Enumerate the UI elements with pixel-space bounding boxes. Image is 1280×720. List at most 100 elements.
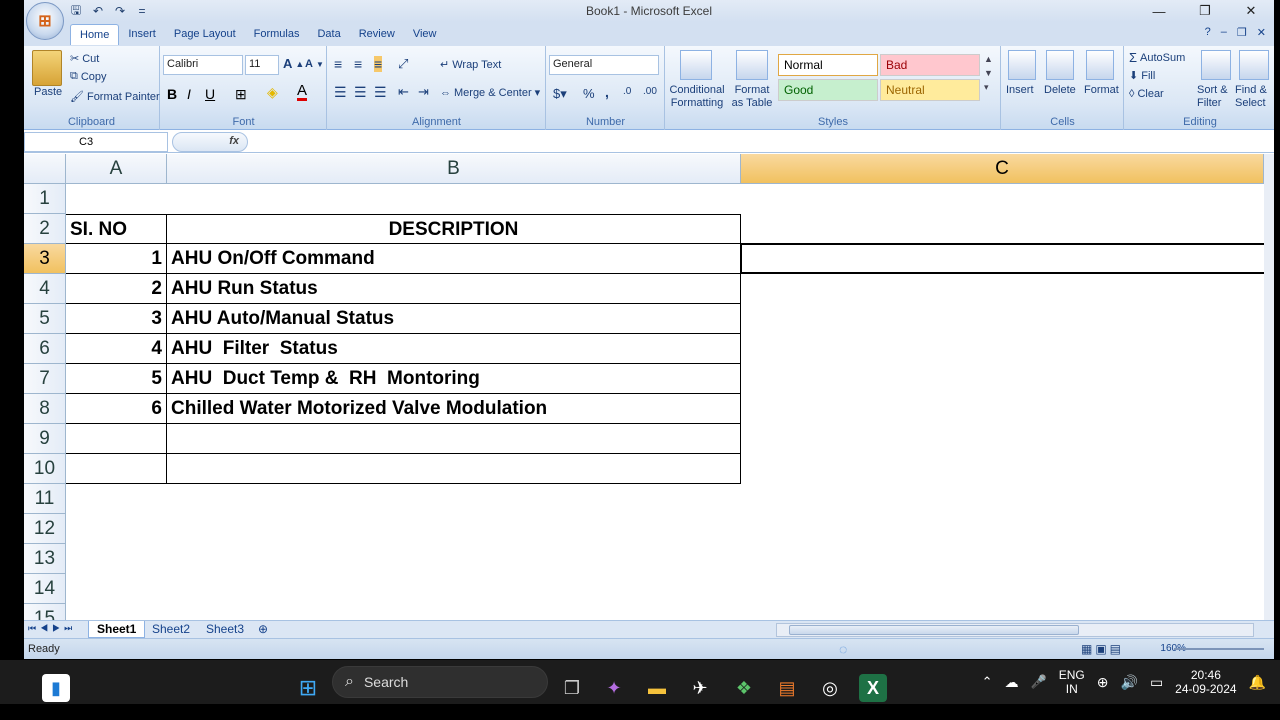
excel-taskbar-icon[interactable]: X	[859, 674, 887, 702]
row-header[interactable]: 15	[24, 604, 66, 620]
active-cell-c3[interactable]	[740, 243, 1264, 274]
tab-view[interactable]: View	[404, 24, 446, 45]
format-painter-button[interactable]: 🖌 Format Painter	[70, 90, 160, 104]
row-header[interactable]: 9	[24, 424, 66, 454]
align-bottom-icon[interactable]: ≡	[374, 56, 383, 72]
delete-button[interactable]: Delete	[1044, 84, 1076, 96]
grow-font-icon[interactable]: A ▲	[283, 56, 304, 71]
row-header[interactable]: 7	[24, 364, 66, 394]
battery-icon[interactable]: ▭	[1150, 674, 1163, 691]
office-button[interactable]: ⊞	[26, 2, 64, 40]
horizontal-scrollbar[interactable]	[776, 623, 1254, 637]
cell-b10[interactable]	[167, 454, 741, 484]
table-row-no[interactable]: 2	[66, 274, 167, 304]
row-header[interactable]: 8	[24, 394, 66, 424]
sort-filter-button[interactable]: Sort & Filter	[1197, 84, 1237, 110]
table-row-desc[interactable]: Chilled Water Motorized Valve Modulation	[167, 394, 741, 424]
table-row-desc[interactable]: AHU Filter Status	[167, 334, 741, 364]
help-icon[interactable]: ?	[1205, 26, 1211, 39]
tab-review[interactable]: Review	[350, 24, 404, 45]
row-header[interactable]: 14	[24, 574, 66, 604]
horizontal-scroll-thumb[interactable]	[789, 625, 1079, 635]
currency-icon[interactable]: $▾	[553, 86, 567, 102]
network-icon[interactable]: ⊕	[1097, 674, 1109, 691]
doc-restore-icon[interactable]: ❐	[1237, 26, 1247, 39]
shrink-font-icon[interactable]: A ▼	[305, 58, 324, 70]
align-right-icon[interactable]: ☰	[374, 84, 387, 101]
increase-decimal-icon[interactable]: .0	[623, 86, 631, 97]
pinned-app-icon-4[interactable]: ◎	[816, 674, 844, 702]
format-cells-icon[interactable]	[1086, 50, 1114, 80]
row-header[interactable]: 12	[24, 514, 66, 544]
conditional-formatting-button[interactable]: Conditional Formatting	[666, 84, 728, 110]
table-row-desc[interactable]: AHU Duct Temp & RH Montoring	[167, 364, 741, 394]
binoculars-icon[interactable]	[1239, 50, 1269, 80]
table-row-no[interactable]: 5	[66, 364, 167, 394]
sheet-tab-1[interactable]: Sheet1	[88, 621, 146, 638]
column-header-b[interactable]: B	[167, 154, 741, 184]
decrease-decimal-icon[interactable]: .00	[643, 86, 657, 97]
row-header[interactable]: 5	[24, 304, 66, 334]
copy-button[interactable]: ⧉ Copy	[70, 70, 107, 83]
align-middle-icon[interactable]: ≡	[354, 56, 362, 72]
clear-button[interactable]: ◊ Clear	[1129, 88, 1164, 100]
row-header[interactable]: 6	[24, 334, 66, 364]
delete-cells-icon[interactable]	[1046, 50, 1074, 80]
table-row-desc[interactable]: AHU Run Status	[167, 274, 741, 304]
task-view-icon[interactable]: ❐	[558, 674, 586, 702]
minimize-icon[interactable]: —	[1136, 0, 1182, 22]
format-button[interactable]: Format	[1084, 84, 1119, 96]
orientation-icon[interactable]: ⤢	[398, 56, 408, 72]
borders-icon[interactable]: ⊞	[235, 86, 247, 103]
vertical-scrollbar[interactable]	[1264, 154, 1274, 620]
style-good[interactable]: Good	[778, 79, 878, 101]
align-left-icon[interactable]: ☰	[334, 84, 347, 101]
volume-icon[interactable]: 🔊	[1121, 674, 1138, 691]
cell-a10[interactable]	[66, 454, 167, 484]
row-header[interactable]: 11	[24, 484, 66, 514]
percent-button[interactable]: %	[583, 86, 595, 101]
row-header[interactable]: 3	[24, 244, 66, 274]
view-buttons-icon[interactable]: ▦▣▤	[1081, 642, 1124, 656]
comma-button[interactable]: ,	[605, 84, 609, 100]
underline-button[interactable]: U	[205, 86, 215, 102]
language-indicator[interactable]: ENG IN	[1059, 668, 1085, 696]
select-all-corner[interactable]	[24, 154, 66, 184]
conditional-formatting-icon[interactable]	[680, 50, 712, 80]
align-center-icon[interactable]: ☰	[354, 84, 367, 101]
tab-data[interactable]: Data	[308, 24, 349, 45]
windows-start-icon[interactable]: ⊞	[294, 674, 322, 702]
wrap-text-button[interactable]: ↵ Wrap Text	[440, 58, 501, 72]
number-format-select[interactable]: General	[549, 55, 659, 75]
tab-home[interactable]: Home	[70, 24, 120, 45]
onedrive-icon[interactable]: ☁	[1005, 674, 1019, 691]
sheet-tab-2[interactable]: Sheet2	[144, 621, 198, 638]
row-header[interactable]: 4	[24, 274, 66, 304]
row-header[interactable]: 10	[24, 454, 66, 484]
tab-insert[interactable]: Insert	[119, 24, 165, 45]
cell-a2[interactable]: SI. NO	[66, 214, 167, 244]
column-header-c[interactable]: C	[741, 154, 1264, 184]
font-color-icon[interactable]: A	[297, 83, 308, 101]
table-row-no[interactable]: 4	[66, 334, 167, 364]
pinned-app-icon-3[interactable]: ▤	[773, 674, 801, 702]
name-box[interactable]: C3	[24, 132, 168, 152]
doc-minimize-icon[interactable]: –	[1221, 26, 1227, 39]
sort-filter-icon[interactable]	[1201, 50, 1231, 80]
formula-input[interactable]	[252, 132, 1270, 152]
doc-close-icon[interactable]: ✕	[1257, 26, 1266, 39]
insert-cells-icon[interactable]	[1008, 50, 1036, 80]
zoom-slider[interactable]	[1174, 648, 1264, 650]
copilot-icon[interactable]: ✦	[600, 674, 628, 702]
row-header[interactable]: 1	[24, 184, 66, 214]
cell-a9[interactable]	[66, 424, 167, 454]
style-neutral[interactable]: Neutral	[880, 79, 980, 101]
insert-button[interactable]: Insert	[1006, 84, 1034, 96]
cut-button[interactable]: ✂ Cut	[70, 52, 99, 66]
tab-page-layout[interactable]: Page Layout	[165, 24, 245, 45]
font-name-select[interactable]: Calibri	[163, 55, 243, 75]
table-row-no[interactable]: 6	[66, 394, 167, 424]
column-header-a[interactable]: A	[66, 154, 167, 184]
pinned-app-icon[interactable]: ✈	[686, 674, 714, 702]
row-header[interactable]: 2	[24, 214, 66, 244]
